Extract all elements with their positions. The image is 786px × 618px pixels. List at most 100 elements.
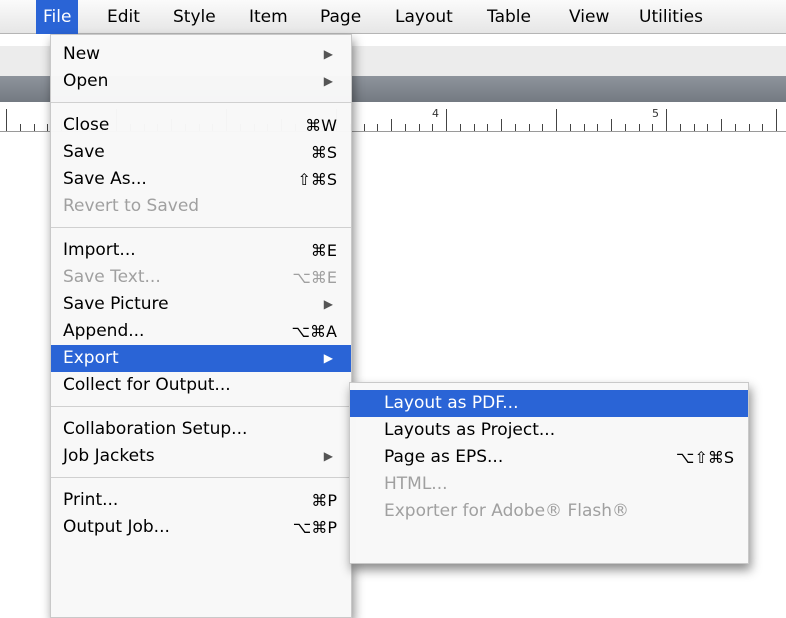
ruler-tick (47, 124, 48, 131)
file-menu-item-save-text: Save Text... ⌥⌘E (51, 264, 351, 291)
ruler-tick (721, 119, 722, 131)
ruler-tick (34, 124, 35, 131)
export-menu-item-layouts-as-project[interactable]: Layouts as Project... (350, 417, 748, 444)
menu-file[interactable]: File (36, 0, 79, 34)
menu-view[interactable]: View (562, 0, 616, 34)
menu-item-label: Save Text... (63, 267, 161, 287)
file-menu-item-job-jackets[interactable]: Job Jackets ▶ (51, 443, 351, 470)
shortcut-label: ⇧⌘S (297, 170, 337, 189)
ruler-tick (377, 124, 378, 131)
file-menu-item-append[interactable]: Append... ⌥⌘A (51, 318, 351, 345)
ruler-tick (707, 124, 708, 131)
export-menu-item-exporter-for-adobe-flash: Exporter for Adobe® Flash® (350, 498, 748, 525)
file-menu: New ▶ Open ▶ Close ⌘W Save ⌘S Save As... ⇧⌘S Rever… (50, 34, 352, 618)
file-menu-item-revert-to-saved: Revert to Saved (51, 193, 351, 220)
menu-item-label: Print... (63, 490, 119, 510)
ruler-tick (542, 124, 543, 131)
ruler-tick (529, 124, 530, 131)
export-menu-item-page-as-eps[interactable]: Page as EPS... ⌥⇧⌘S (350, 444, 748, 471)
file-menu-item-save-as[interactable]: Save As... ⇧⌘S (51, 166, 351, 193)
menu-item-label: Save (63, 142, 105, 162)
menu-edit[interactable]: Edit (100, 0, 147, 34)
ruler-tick (735, 124, 736, 131)
export-menu-item-html: HTML... (350, 471, 748, 498)
ruler-tick (666, 109, 667, 131)
ruler-tick (419, 124, 420, 131)
ruler-tick (639, 124, 640, 131)
menu-item-label: Import... (63, 240, 136, 260)
menu-bar: File Edit Style Item Page Layout Table V… (0, 0, 786, 34)
menu-item-label: Exporter for Adobe® Flash® (384, 501, 630, 521)
export-submenu: Layout as PDF... Layouts as Project... Pag… (349, 382, 749, 564)
ruler-tick (625, 124, 626, 131)
menu-separator (51, 477, 351, 478)
menu-item-label: Output Job... (63, 517, 170, 537)
ruler-label-5: 5 (652, 107, 659, 120)
menu-utilities[interactable]: Utilities (632, 0, 710, 34)
file-menu-item-collect-for-output[interactable]: Collect for Output... (51, 372, 351, 399)
file-menu-item-collaboration-setup[interactable]: Collaboration Setup... (51, 416, 351, 443)
shortcut-label: ⌘S (310, 143, 337, 162)
submenu-arrow-icon: ▶ (323, 74, 333, 88)
ruler-tick (597, 124, 598, 131)
menu-separator (51, 227, 351, 228)
menu-item[interactable]: Item (242, 0, 295, 34)
ruler-tick (405, 124, 406, 131)
menu-item-label: Layouts as Project... (384, 420, 556, 440)
ruler-tick (6, 109, 7, 131)
ruler-tick (487, 124, 488, 131)
ruler-tick (584, 124, 585, 131)
export-menu-item-layout-as-pdf[interactable]: Layout as PDF... (350, 390, 748, 417)
ruler-tick (460, 124, 461, 131)
file-menu-item-print[interactable]: Print... ⌘P (51, 487, 351, 514)
ruler-tick (20, 124, 21, 131)
ruler-tick (694, 124, 695, 131)
ruler-tick (474, 124, 475, 131)
submenu-arrow-icon: ▶ (323, 351, 333, 365)
file-menu-item-output-job[interactable]: Output Job... ⌥⌘P (51, 514, 351, 541)
menu-separator (51, 102, 351, 103)
menu-item-label: New (63, 44, 101, 64)
file-menu-item-import[interactable]: Import... ⌘E (51, 237, 351, 264)
menu-item-label: Export (63, 348, 119, 368)
ruler-tick (364, 124, 365, 131)
menu-item-label: Append... (63, 321, 145, 341)
menu-item-label: HTML... (384, 474, 448, 494)
shortcut-label: ⌥⇧⌘S (676, 448, 734, 467)
ruler-tick (611, 119, 612, 131)
menu-item-label: Page as EPS... (384, 447, 504, 467)
ruler-tick (391, 119, 392, 131)
submenu-arrow-icon: ▶ (323, 47, 333, 61)
file-menu-item-close[interactable]: Close ⌘W (51, 112, 351, 139)
file-menu-item-save-picture[interactable]: Save Picture ▶ (51, 291, 351, 318)
menu-item-label: Close (63, 115, 110, 135)
menu-item-label: Save Picture (63, 294, 169, 314)
shortcut-label: ⌥⌘P (292, 518, 337, 537)
menu-item-label: Open (63, 71, 109, 91)
shortcut-label: ⌥⌘A (291, 322, 337, 341)
ruler-tick (446, 109, 447, 131)
menu-item-label: Save As... (63, 169, 147, 189)
file-menu-item-open[interactable]: Open ▶ (51, 68, 351, 95)
ruler-tick (432, 124, 433, 131)
file-menu-item-export[interactable]: Export ▶ (51, 345, 351, 372)
menu-layout[interactable]: Layout (388, 0, 460, 34)
menu-table[interactable]: Table (480, 0, 538, 34)
ruler-tick (556, 109, 557, 131)
ruler-tick (749, 124, 750, 131)
menu-style[interactable]: Style (166, 0, 223, 34)
menu-item-label: Collaboration Setup... (63, 419, 248, 439)
ruler-tick (776, 109, 777, 131)
file-menu-item-save[interactable]: Save ⌘S (51, 139, 351, 166)
shortcut-label: ⌘W (305, 116, 337, 135)
menu-item-label: Layout as PDF... (384, 393, 519, 413)
shortcut-label: ⌘E (310, 241, 337, 260)
shortcut-label: ⌥⌘E (292, 268, 337, 287)
menu-page[interactable]: Page (313, 0, 368, 34)
ruler-tick (501, 119, 502, 131)
submenu-arrow-icon: ▶ (323, 449, 333, 463)
ruler-tick (680, 124, 681, 131)
submenu-arrow-icon: ▶ (323, 297, 333, 311)
ruler-tick (652, 124, 653, 131)
file-menu-item-new[interactable]: New ▶ (51, 41, 351, 68)
